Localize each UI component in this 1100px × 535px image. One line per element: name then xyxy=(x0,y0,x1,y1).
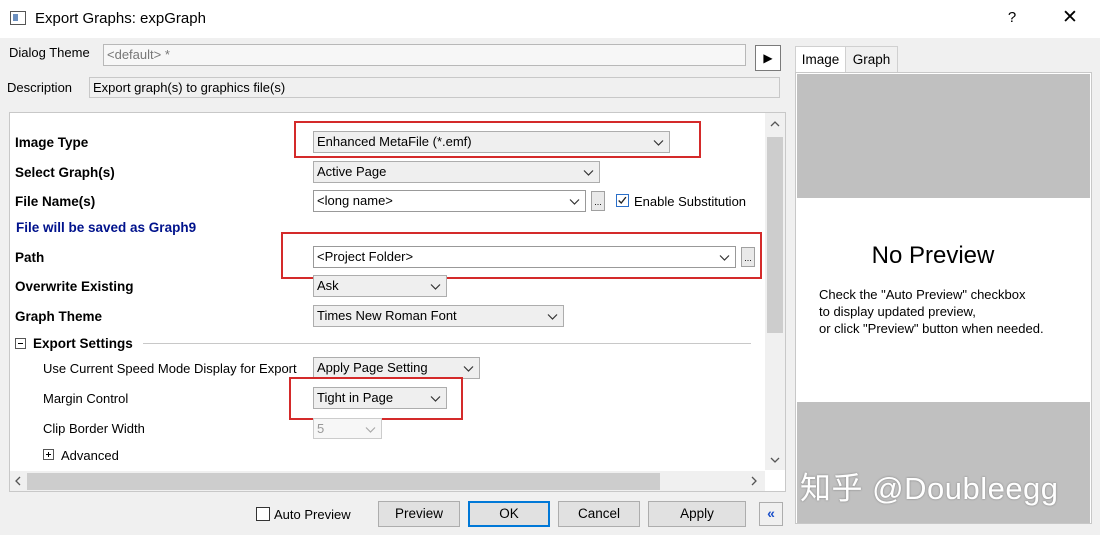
enable-substitution-checkbox[interactable] xyxy=(616,194,629,207)
chevron-down-icon xyxy=(569,199,580,205)
export-settings-label: Export Settings xyxy=(33,336,133,351)
clip-border-value: 5 xyxy=(317,421,325,436)
horizontal-scroll-thumb[interactable] xyxy=(27,473,660,490)
enable-substitution-label: Enable Substitution xyxy=(634,194,747,209)
scroll-down-icon[interactable] xyxy=(770,455,780,465)
preview-hint-line: Check the "Auto Preview" checkbox xyxy=(819,287,1026,302)
image-type-label: Image Type xyxy=(15,135,89,150)
speed-mode-value: Apply Page Setting xyxy=(317,360,428,375)
chevron-down-icon xyxy=(463,366,474,372)
select-graphs-label: Select Graph(s) xyxy=(15,165,115,180)
chevron-down-icon xyxy=(365,427,376,433)
group-divider xyxy=(143,343,751,344)
window-title: Export Graphs: expGraph xyxy=(35,10,206,27)
close-icon[interactable]: ✕ xyxy=(1060,6,1080,29)
highlight-margin-control xyxy=(289,377,463,420)
file-name-browse-button[interactable]: ... xyxy=(591,191,605,211)
ok-button[interactable]: OK xyxy=(468,501,550,527)
speed-mode-select[interactable]: Apply Page Setting xyxy=(313,357,480,379)
overwrite-label: Overwrite Existing xyxy=(15,279,134,294)
overwrite-select[interactable]: Ask xyxy=(313,275,447,297)
file-name-combo[interactable]: <long name> xyxy=(313,190,586,212)
plus-box-icon[interactable] xyxy=(43,449,54,460)
dialog-theme-label: Dialog Theme xyxy=(9,45,90,60)
play-icon: ▶ xyxy=(763,51,773,65)
description-field: Export graph(s) to graphics file(s) xyxy=(89,77,780,98)
preview-hint-line: to display updated preview, xyxy=(819,304,976,319)
select-graphs-select[interactable]: Active Page xyxy=(313,161,600,183)
scroll-right-icon[interactable] xyxy=(749,476,759,486)
tab-graph[interactable]: Graph xyxy=(846,46,898,72)
highlight-image-type xyxy=(294,121,701,158)
scroll-left-icon[interactable] xyxy=(13,476,23,486)
check-icon xyxy=(618,196,627,205)
margin-control-label: Margin Control xyxy=(43,391,129,406)
clip-border-select[interactable]: 5 xyxy=(313,418,382,439)
save-info-text: File will be saved as Graph9 xyxy=(16,220,197,235)
watermark: 知乎 @Doubleegg xyxy=(800,471,1059,506)
graph-theme-select[interactable]: Times New Roman Font xyxy=(313,305,564,327)
tab-image[interactable]: Image xyxy=(795,46,846,73)
apply-button[interactable]: Apply xyxy=(648,501,746,527)
cancel-button[interactable]: Cancel xyxy=(558,501,640,527)
vertical-scroll-thumb[interactable] xyxy=(767,137,783,333)
select-graphs-value: Active Page xyxy=(317,164,387,179)
chevron-down-icon xyxy=(430,284,441,290)
preview-button[interactable]: Preview xyxy=(378,501,460,527)
clip-border-label: Clip Border Width xyxy=(43,421,145,436)
auto-preview-label: Auto Preview xyxy=(274,507,351,522)
app-icon xyxy=(10,11,26,25)
minus-box-icon[interactable] xyxy=(15,338,26,349)
chevron-down-icon xyxy=(547,314,558,320)
theme-menu-button[interactable]: ▶ xyxy=(755,45,781,71)
overwrite-value: Ask xyxy=(317,278,339,293)
highlight-path xyxy=(281,232,762,279)
double-chevron-left-icon[interactable]: « xyxy=(759,502,783,526)
path-label: Path xyxy=(15,250,45,265)
speed-mode-label: Use Current Speed Mode Display for Expor… xyxy=(43,361,297,376)
preview-top-band xyxy=(797,74,1090,198)
advanced-label: Advanced xyxy=(61,448,119,463)
description-label: Description xyxy=(7,80,73,95)
graph-theme-value: Times New Roman Font xyxy=(317,308,457,323)
scroll-up-icon[interactable] xyxy=(770,119,780,129)
preview-hint-line: or click "Preview" button when needed. xyxy=(819,321,1044,336)
help-button[interactable]: ? xyxy=(1003,9,1021,26)
dialog-theme-field[interactable]: <default> * xyxy=(103,44,746,66)
auto-preview-checkbox[interactable] xyxy=(256,507,270,521)
chevron-down-icon xyxy=(583,170,594,176)
no-preview-title: No Preview xyxy=(871,242,995,269)
graph-theme-label: Graph Theme xyxy=(15,309,103,324)
file-name-label: File Name(s) xyxy=(15,194,96,209)
file-name-value: <long name> xyxy=(317,193,393,208)
